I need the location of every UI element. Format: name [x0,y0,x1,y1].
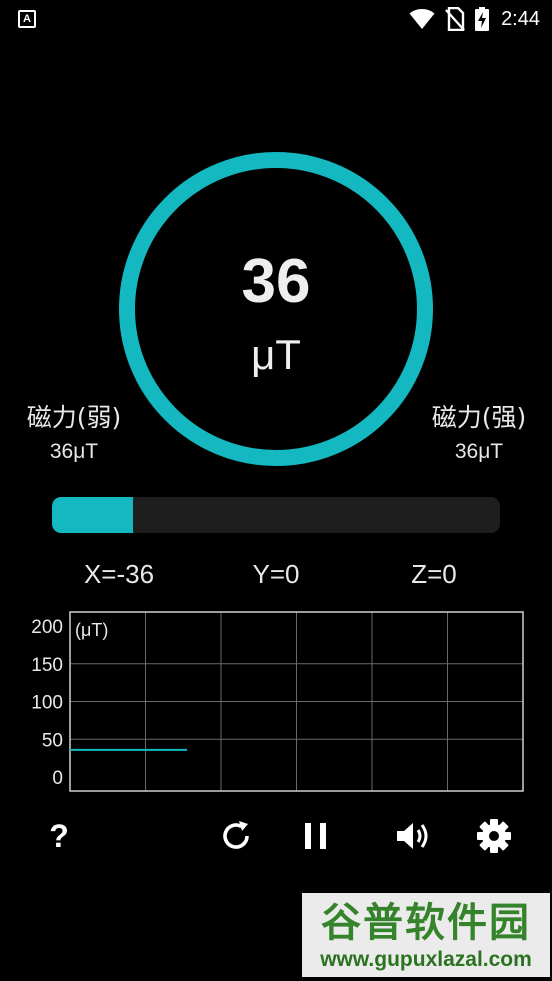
refresh-icon [223,821,249,849]
field-strength-bar-fill [52,497,133,533]
reset-button[interactable] [212,812,260,860]
help-button[interactable]: ? [35,812,83,860]
field-strength-bar [52,497,500,533]
clock-time: 2:44 [501,7,540,30]
sound-button[interactable] [390,812,438,860]
watermark-title: 谷普软件园 [321,900,531,946]
gauge-value: 36 [241,247,311,316]
pause-icon [305,823,326,849]
wifi-icon [409,9,435,29]
settings-button[interactable] [470,812,518,860]
z-axis-readout: Z=0 [411,559,457,589]
weak-field-label: 磁力(弱) [26,403,122,432]
gauge-unit: μT [251,331,301,378]
y-tick-label: 50 [42,730,63,751]
x-axis-readout: X=-36 [83,559,155,589]
y-tick-label: 100 [31,693,63,714]
y-tick-label: 0 [52,768,63,789]
status-icons: 2:44 [409,6,540,32]
weak-field-value: 36μT [49,440,99,463]
strong-field-label: 磁力(强) [431,403,527,432]
notification-a-icon: A [18,10,36,28]
watermark-logo: 谷普软件园 www.gupuxlazal.com [302,893,550,977]
battery-charging-icon [475,7,490,31]
no-sim-icon [445,7,465,31]
y-axis-readout: Y=0 [252,559,300,589]
chart-unit-label: (μT) [75,620,108,640]
volume-icon [397,823,428,849]
field-history-chart: 200 150 100 50 0 (μT) [31,611,524,792]
strong-field-value: 36μT [454,440,504,463]
help-icon: ? [49,817,69,854]
watermark-url: www.gupuxlazal.com [320,948,532,971]
pause-button[interactable] [292,812,340,860]
y-tick-label: 150 [31,655,63,676]
y-tick-label: 200 [31,617,63,638]
settings-icon [477,819,511,853]
status-bar: A 2:44 [0,0,552,38]
notification-a-letter: A [23,13,31,25]
